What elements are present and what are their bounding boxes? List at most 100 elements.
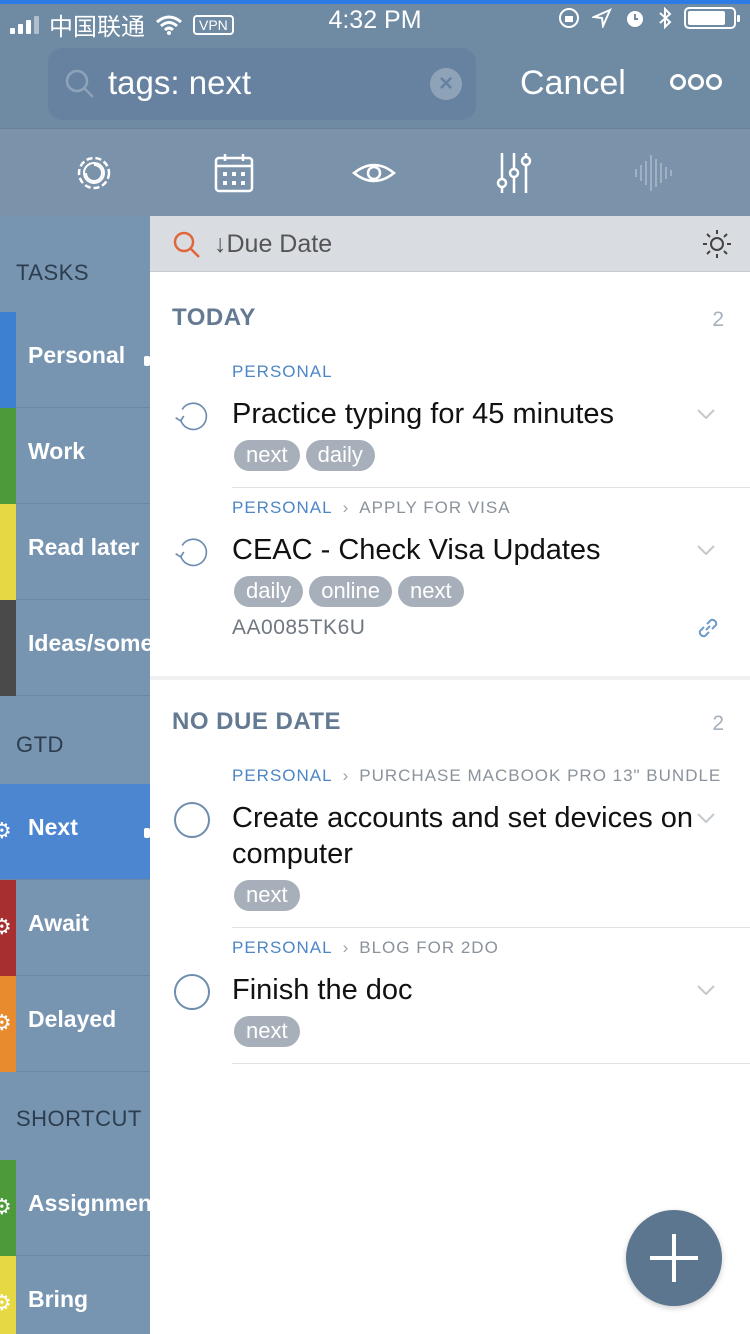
chevron-down-icon[interactable] [696, 812, 716, 824]
tag-chip[interactable]: next [234, 1016, 300, 1047]
sidebar-item-label: Next [28, 814, 78, 840]
row-divider [232, 487, 750, 488]
sidebar-section-gtd: GTD [16, 732, 64, 757]
task-checkbox[interactable] [174, 974, 210, 1010]
search-header: tags: next × Cancel [0, 40, 750, 128]
sidebar-item-personal[interactable]: Personal [0, 312, 150, 408]
chevron-down-icon[interactable] [696, 984, 716, 996]
task-title[interactable]: CEAC - Check Visa Updates [232, 532, 702, 568]
sidebar-item-work[interactable]: Work [0, 408, 150, 504]
sidebar-item-label: Delayed [28, 1006, 117, 1032]
tag-chip[interactable]: daily [234, 576, 304, 607]
sidebar-item-next[interactable]: ⚙ Next [0, 784, 150, 880]
task-title[interactable]: Create accounts and set devices on compu… [232, 800, 702, 872]
task-tags: daily online next [234, 576, 464, 607]
sidebar-item-assignments[interactable]: ⚙ Assignments [0, 1160, 150, 1256]
audio-waveform-icon[interactable] [632, 151, 676, 195]
sidebar-item-label: Ideas/something [28, 630, 150, 656]
list-color-bar [0, 408, 16, 504]
tag-chip[interactable]: next [234, 440, 300, 471]
smart-list-gear-icon: ⚙ [0, 914, 12, 939]
sidebar-item-await[interactable]: ⚙ Await [0, 880, 150, 976]
sidebar-item-label: Bring [28, 1286, 89, 1312]
sidebar-item-label: Assignments [28, 1190, 150, 1216]
task-parent: PURCHASE MACBOOK PRO 13" BUNDLE [359, 766, 722, 785]
task-breadcrumb: PERSONAL › APPLY FOR VISA [232, 498, 511, 518]
task-row[interactable]: PERSONAL › APPLY FOR VISA CEAC - Check Vis… [150, 498, 750, 674]
task-project: PERSONAL [232, 362, 333, 381]
gear-refresh-icon[interactable] [72, 151, 116, 195]
group-count: 2 [712, 308, 724, 331]
breadcrumb-separator-icon: › [342, 766, 350, 785]
sidebar-item-read-later[interactable]: Read later [0, 504, 150, 600]
tag-chip[interactable]: next [234, 880, 300, 911]
search-field[interactable]: tags: next × [48, 48, 476, 120]
tag-chip[interactable]: online [309, 576, 392, 607]
chevron-down-icon[interactable] [696, 544, 716, 556]
repeat-checkbox-icon[interactable] [174, 398, 210, 434]
task-project: PERSONAL [232, 766, 333, 785]
task-tags: next [234, 880, 300, 911]
task-list-panel: ↓Due Date TODAY 2 PERSONAL Practice typi… [150, 216, 750, 1334]
task-tags: next daily [234, 440, 375, 471]
task-breadcrumb: PERSONAL › PURCHASE MACBOOK PRO 13" BUNDLE [232, 766, 721, 786]
search-icon[interactable] [172, 230, 202, 260]
status-accent-line [0, 0, 750, 4]
search-icon [65, 69, 94, 98]
sidebar-item-delayed[interactable]: ⚙ Delayed [0, 976, 150, 1072]
sidebar-section-shortcut: SHORTCUT [16, 1106, 142, 1131]
sidebar-item-label: Work [28, 438, 86, 464]
sliders-icon[interactable] [492, 151, 536, 195]
clear-search-icon[interactable]: × [430, 68, 462, 100]
task-checkbox[interactable] [174, 802, 210, 838]
task-parent: APPLY FOR VISA [359, 498, 511, 517]
task-parent: BLOG FOR 2DO [359, 938, 499, 957]
eye-icon[interactable] [352, 151, 396, 195]
sidebar-item-bring[interactable]: ⚙ Bring [0, 1256, 150, 1334]
add-task-button[interactable] [626, 1210, 722, 1306]
sun-icon[interactable] [702, 229, 732, 259]
list-color-bar [0, 600, 16, 696]
group-count: 2 [712, 712, 724, 735]
calendar-icon[interactable] [212, 151, 256, 195]
toolbar [0, 128, 750, 216]
task-project: PERSONAL [232, 498, 333, 517]
battery-icon [684, 7, 740, 29]
task-tags: next [234, 1016, 300, 1047]
location-icon [592, 8, 612, 28]
group-title-no-due-date: NO DUE DATE [172, 708, 342, 735]
chevron-down-icon[interactable] [696, 408, 716, 420]
list-color-bar [0, 312, 16, 408]
list-color-bar [0, 504, 16, 600]
sort-bar[interactable]: ↓Due Date [150, 216, 750, 272]
breadcrumb-separator-icon: › [342, 938, 350, 957]
task-row[interactable]: PERSONAL › PURCHASE MACBOOK PRO 13" BUNDLE… [150, 766, 750, 928]
task-project: PERSONAL [232, 938, 333, 957]
repeat-checkbox-icon[interactable] [174, 534, 210, 570]
smart-list-gear-icon: ⚙ [0, 1010, 12, 1035]
task-title[interactable]: Practice typing for 45 minutes [232, 396, 702, 432]
search-input[interactable]: tags: next [108, 64, 251, 102]
section-divider [150, 676, 750, 680]
sidebar-item-label: Personal [28, 342, 126, 368]
breadcrumb-separator-icon: › [342, 498, 350, 517]
sidebar-item-label: Await [28, 910, 89, 936]
sidebar-item-label: Read later [28, 534, 140, 560]
task-title[interactable]: Finish the doc [232, 972, 702, 1008]
link-icon[interactable] [694, 614, 722, 642]
cancel-button[interactable]: Cancel [520, 64, 626, 103]
sidebar-section-tasks: TASKS [16, 260, 90, 285]
task-note: AA0085TK6U [232, 616, 366, 639]
bluetooth-icon [659, 7, 672, 29]
more-options-icon[interactable] [670, 74, 722, 90]
tag-chip[interactable]: next [397, 576, 464, 607]
status-bar: 中国联通 VPN 4:32 PM [0, 0, 750, 41]
task-row[interactable]: PERSONAL Practice typing for 45 minutes … [150, 362, 750, 488]
task-row[interactable]: PERSONAL › BLOG FOR 2DO Finish the doc nex… [150, 938, 750, 1064]
tag-chip[interactable]: daily [305, 440, 375, 471]
group-title-today: TODAY [172, 304, 256, 331]
row-divider [232, 927, 750, 928]
sidebar-item-ideas[interactable]: Ideas/something [0, 600, 150, 696]
alarm-icon [627, 11, 643, 27]
sort-label[interactable]: ↓Due Date [214, 230, 332, 259]
